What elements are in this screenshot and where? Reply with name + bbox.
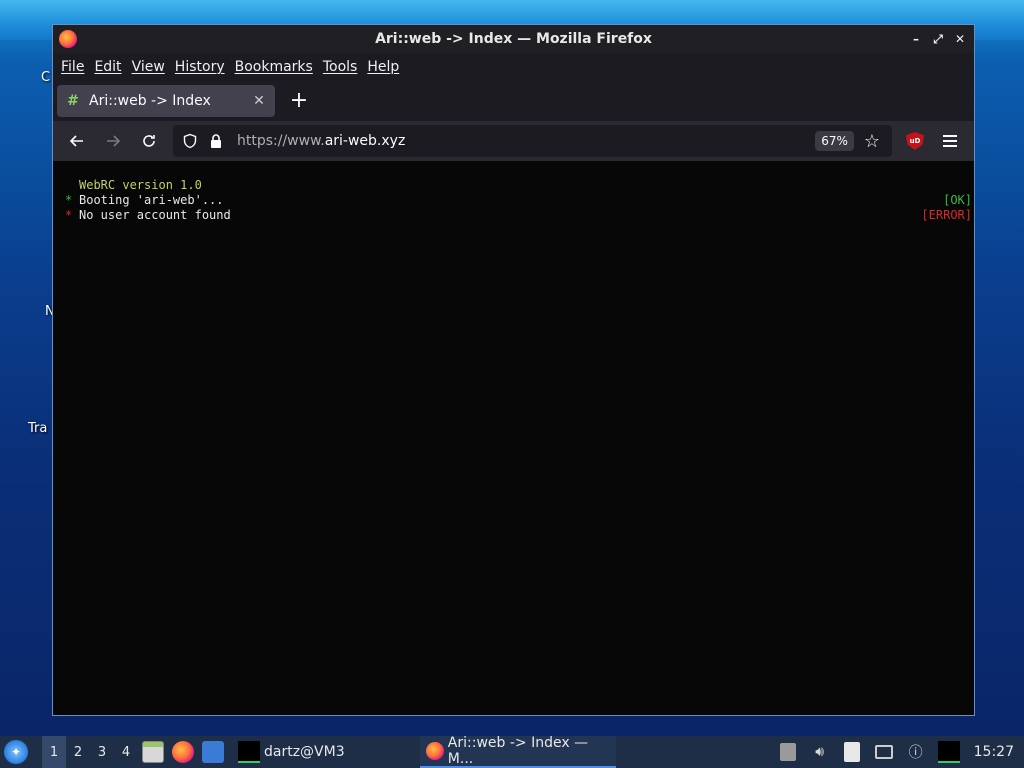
show-desktop-icon[interactable] (202, 741, 224, 763)
close-button[interactable]: ✕ (952, 31, 968, 47)
taskbar: ✦ 1 2 3 4 dartz@VM3 Ari::web -> Index — … (0, 735, 1024, 768)
menu-help[interactable]: Help (363, 59, 403, 75)
error-status: [ERROR] (921, 208, 972, 222)
navigation-toolbar: https://www.ari-web.xyz 67% ☆ uD (53, 121, 974, 161)
file-manager-icon[interactable] (142, 741, 164, 763)
reload-icon (143, 135, 155, 147)
system-tray: 🔊︎ ⓘ 15:27 (772, 736, 1024, 768)
new-tab-button[interactable]: + (289, 90, 309, 112)
taskbar-firefox-task[interactable]: Ari::web -> Index — M... (420, 735, 616, 768)
firefox-window: Ari::web -> Index — Mozilla Firefox – ⤢ … (52, 24, 975, 716)
tab-strip: # Ari::web -> Index ✕ + (53, 81, 974, 121)
start-menu-icon[interactable]: ✦ (4, 740, 28, 764)
menu-edit[interactable]: Edit (90, 59, 125, 75)
tab-title: Ari::web -> Index (89, 93, 211, 109)
terminal-icon (238, 741, 260, 763)
ok-status: [OK] (943, 193, 972, 207)
network-icon[interactable] (874, 742, 894, 762)
menu-file[interactable]: File (57, 59, 88, 75)
desktop-icon-label-3[interactable]: Tra (28, 421, 47, 436)
app-menu-button[interactable] (934, 135, 966, 147)
zoom-level-badge[interactable]: 67% (815, 131, 854, 151)
tab-favicon-icon: # (67, 93, 79, 109)
forward-arrow-icon (107, 135, 121, 147)
menu-view[interactable]: View (128, 59, 169, 75)
workspace-4[interactable]: 4 (114, 736, 138, 768)
tray-storage-icon[interactable] (778, 742, 798, 762)
window-title: Ari::web -> Index — Mozilla Firefox (375, 31, 652, 47)
menu-bar: File Edit View History Bookmarks Tools H… (53, 53, 974, 81)
window-titlebar[interactable]: Ari::web -> Index — Mozilla Firefox – ⤢ … (53, 25, 974, 53)
firefox-launcher-icon[interactable] (172, 741, 194, 763)
tab-ari-web-index[interactable]: # Ari::web -> Index ✕ (57, 85, 275, 117)
boot-line: * Booting 'ari-web'... (65, 193, 224, 208)
terminal-task-label: dartz@VM3 (264, 744, 345, 760)
maximize-button[interactable]: ⤢ (930, 31, 946, 47)
workspace-2[interactable]: 2 (66, 736, 90, 768)
page-content: WebRC version 1.0 * Booting 'ari-web'... … (53, 161, 974, 715)
ublock-origin-icon[interactable]: uD (906, 132, 924, 150)
workspace-1[interactable]: 1 (42, 736, 66, 768)
minimize-button[interactable]: – (908, 31, 924, 47)
notification-icon[interactable]: ⓘ (906, 742, 926, 762)
workspace-3[interactable]: 3 (90, 736, 114, 768)
url-host: ari-web.xyz (324, 133, 406, 149)
bookmark-star-icon[interactable]: ☆ (864, 131, 880, 152)
desktop-icon-label-1[interactable]: C (41, 70, 50, 85)
lock-icon[interactable] (205, 133, 227, 149)
boot-line-text: Booting 'ari-web'... (79, 193, 224, 207)
firefox-task-icon (426, 742, 444, 760)
error-bullet: * (65, 208, 73, 222)
back-arrow-icon (69, 135, 83, 147)
reload-button[interactable] (133, 125, 165, 157)
url-text[interactable]: https://www.ari-web.xyz (237, 133, 815, 149)
webrc-header: WebRC version 1.0 (79, 178, 202, 192)
forward-button[interactable] (97, 125, 129, 157)
tracking-shield-icon[interactable] (179, 133, 201, 149)
firefox-logo-icon (59, 30, 77, 48)
back-button[interactable] (61, 125, 93, 157)
url-scheme: https://www. (237, 133, 325, 149)
firefox-task-label: Ari::web -> Index — M... (447, 735, 589, 767)
no-user-line: * No user account found (65, 208, 231, 223)
volume-icon[interactable]: 🔊︎ (810, 742, 830, 762)
ok-bullet: * (65, 193, 73, 207)
menu-bookmarks[interactable]: Bookmarks (231, 59, 317, 75)
cpu-monitor-icon[interactable] (937, 741, 960, 763)
menu-tools[interactable]: Tools (319, 59, 362, 75)
url-bar[interactable]: https://www.ari-web.xyz 67% ☆ (173, 125, 892, 157)
no-user-line-text: No user account found (79, 208, 231, 222)
tab-close-icon[interactable]: ✕ (251, 93, 267, 109)
menu-history[interactable]: History (171, 59, 229, 75)
taskbar-terminal-task[interactable]: dartz@VM3 (238, 741, 428, 763)
clock[interactable]: 15:27 (974, 744, 1014, 760)
clipboard-icon[interactable] (842, 742, 862, 762)
